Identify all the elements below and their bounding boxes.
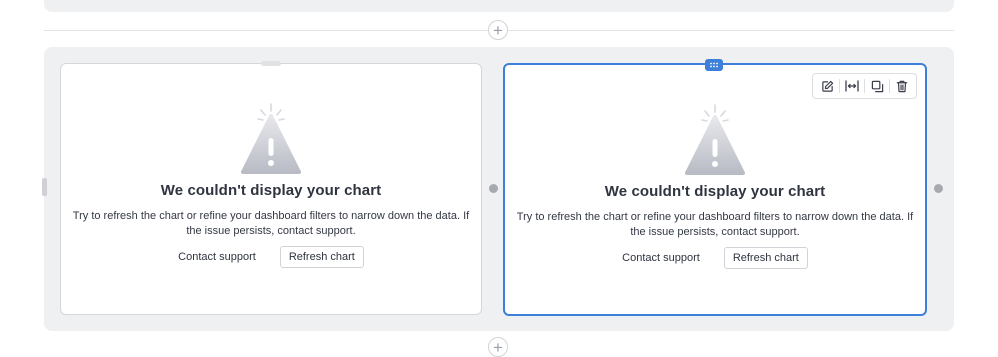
- chart-card-selected[interactable]: We couldn't display your chart Try to re…: [503, 59, 927, 316]
- edit-icon[interactable]: [817, 76, 837, 96]
- dashboard-row: We couldn't display your chart Try to re…: [42, 47, 954, 331]
- row-resize-handle[interactable]: [42, 178, 47, 196]
- card-resize-handle[interactable]: [489, 184, 498, 193]
- drag-handle-icon[interactable]: [705, 59, 723, 71]
- card-drag-handle[interactable]: [261, 61, 281, 66]
- toolbar-separator: [839, 79, 840, 93]
- error-title: We couldn't display your chart: [604, 183, 826, 200]
- warning-icon: [241, 103, 301, 174]
- error-title: We couldn't display your chart: [160, 182, 382, 199]
- error-description: Try to refresh the chart or refine your …: [72, 210, 470, 237]
- duplicate-icon[interactable]: [867, 76, 887, 96]
- refresh-chart-button[interactable]: Refresh chart: [279, 246, 364, 268]
- chart-error-state: We couldn't display your chart Try to re…: [505, 103, 925, 269]
- error-actions: Contact support Refresh chart: [505, 247, 925, 269]
- error-actions: Contact support Refresh chart: [61, 246, 481, 268]
- chart-card[interactable]: We couldn't display your chart Try to re…: [60, 61, 482, 315]
- toolbar-separator: [864, 79, 865, 93]
- delete-icon[interactable]: [892, 76, 912, 96]
- dashboard-row-top: [44, 0, 954, 12]
- card-toolbar: [812, 73, 917, 99]
- resize-width-icon[interactable]: [842, 76, 862, 96]
- warning-icon: [685, 104, 745, 175]
- add-row-button[interactable]: +: [488, 337, 508, 357]
- contact-support-button[interactable]: Contact support: [622, 252, 700, 264]
- contact-support-button[interactable]: Contact support: [178, 251, 256, 263]
- toolbar-separator: [889, 79, 890, 93]
- refresh-chart-button[interactable]: Refresh chart: [723, 247, 808, 269]
- chart-error-state: We couldn't display your chart Try to re…: [61, 102, 481, 268]
- card-resize-handle[interactable]: [934, 184, 943, 193]
- add-row-button[interactable]: +: [488, 20, 508, 40]
- error-description: Try to refresh the chart or refine your …: [516, 211, 914, 238]
